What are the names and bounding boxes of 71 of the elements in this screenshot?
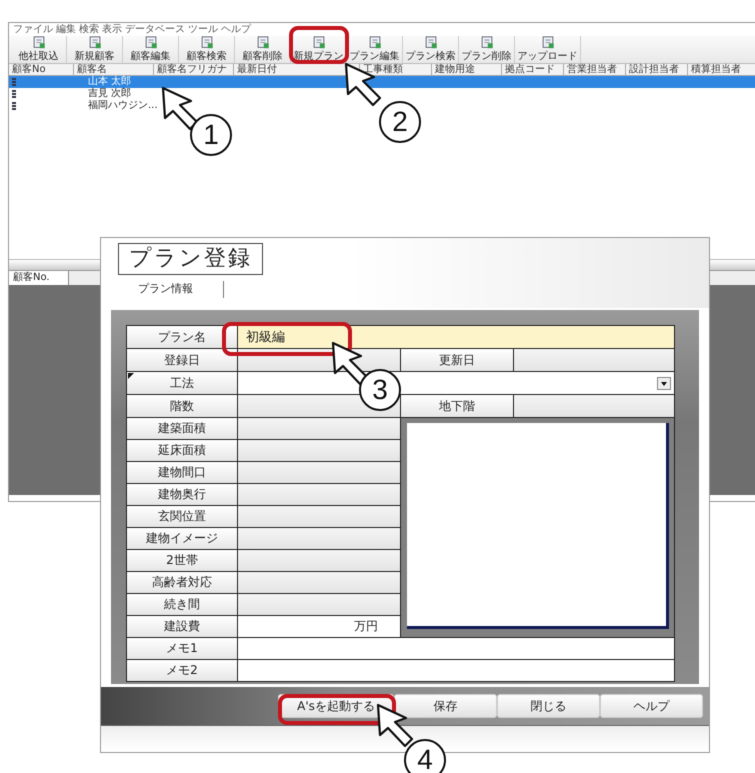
field-label: 更新日 xyxy=(401,349,513,371)
field-label: 登録日 xyxy=(127,349,237,371)
menu-item[interactable]: データベース xyxy=(125,24,185,36)
customer-name: 福岡ハウジン... xyxy=(88,100,158,112)
field-label: 続き間 xyxy=(127,594,237,615)
field-label: メモ2 xyxy=(127,660,237,681)
toolbar-button[interactable]: プラン編集 xyxy=(347,36,403,63)
field-label: 高齢者対応 xyxy=(127,572,237,593)
menu-item[interactable]: ファイル xyxy=(13,24,53,36)
column-header[interactable]: 拠点コード xyxy=(502,64,564,75)
field-label: 玄関位置 xyxy=(127,506,237,527)
field-label: 建物間口 xyxy=(127,462,237,483)
menu-item[interactable]: 表示 xyxy=(102,24,122,36)
menu-item[interactable]: ツール xyxy=(188,24,218,36)
form-tab[interactable]: プラン情報 xyxy=(134,281,224,298)
customer-name: 山本 太郎 xyxy=(88,76,132,88)
input-field[interactable] xyxy=(514,395,674,417)
menu-item[interactable]: 検索 xyxy=(79,24,99,36)
column-header[interactable]: 設計担当者 xyxy=(626,64,688,75)
menu-item[interactable]: 編集 xyxy=(56,24,76,36)
list-row[interactable]: 吉見 次郎 xyxy=(9,88,140,100)
dialog-button[interactable]: ヘルプ xyxy=(600,694,703,718)
toolbar-button[interactable]: 顧客削除 xyxy=(235,36,291,63)
field-label: 延床面積 xyxy=(127,440,237,461)
column-header[interactable]: 建物用途 xyxy=(432,64,502,75)
field-label: 地下階 xyxy=(401,395,513,417)
dialog-button[interactable]: 保存 xyxy=(394,694,497,718)
column-header[interactable]: 顧客No xyxy=(9,64,74,75)
list-row[interactable]: 福岡ハウジン... xyxy=(9,100,166,112)
input-field[interactable] xyxy=(238,528,400,549)
field-label: メモ1 xyxy=(127,638,237,659)
column-header[interactable]: 顧客名 xyxy=(74,64,154,75)
field-label: 建設費 xyxy=(127,616,237,637)
toolbar-button[interactable]: 顧客検索 xyxy=(179,36,235,63)
toolbar-button[interactable]: プラン削除 xyxy=(459,36,515,63)
column-header[interactable]: 積算担当者 xyxy=(688,64,755,75)
input-field[interactable] xyxy=(514,349,674,371)
field-label: 工法 xyxy=(170,374,194,392)
input-field[interactable] xyxy=(238,462,400,483)
input-field[interactable]: 万円 xyxy=(238,616,400,637)
customer-name: 吉見 次郎 xyxy=(88,88,132,100)
input-field[interactable] xyxy=(238,660,674,681)
input-field[interactable] xyxy=(238,440,400,461)
input-field[interactable] xyxy=(238,484,400,505)
input-field[interactable] xyxy=(238,418,400,439)
list-row[interactable]: 山本 太郎 xyxy=(9,76,755,88)
menu-item[interactable]: ヘルプ xyxy=(221,24,251,36)
field-label: プラン名 xyxy=(127,326,237,348)
corner-marker-icon xyxy=(128,373,134,379)
field-label: 2世帯 xyxy=(127,550,237,571)
toolbar-button[interactable]: プラン検索 xyxy=(403,36,459,63)
toolbar-button[interactable]: アップロード xyxy=(515,36,581,63)
input-field[interactable] xyxy=(238,506,400,527)
input-field[interactable] xyxy=(238,594,400,615)
field-label: 建物奥行 xyxy=(127,484,237,505)
input-field[interactable]: 初級編 xyxy=(238,326,674,348)
column-header[interactable]: 顧客名フリガナ xyxy=(154,64,234,75)
dialog-button[interactable]: 閉じる xyxy=(497,694,600,718)
bottom-tab[interactable]: 顧客No. xyxy=(9,271,69,285)
toolbar-button[interactable]: 新規顧客 xyxy=(67,36,123,63)
input-field[interactable] xyxy=(238,638,674,659)
field-label: 建物イメージ xyxy=(127,528,237,549)
field-label: 建築面積 xyxy=(127,418,237,439)
input-field[interactable] xyxy=(238,572,400,593)
input-field[interactable] xyxy=(238,550,400,571)
unit-label: 万円 xyxy=(354,618,378,635)
dialog-title: プラン登録 xyxy=(118,243,263,275)
toolbar-button[interactable]: 顧客編集 xyxy=(123,36,179,63)
toolbar-button[interactable]: 他社取込 xyxy=(11,36,67,63)
field-label: 階数 xyxy=(127,395,237,417)
column-header[interactable]: 営業担当者 xyxy=(564,64,626,75)
